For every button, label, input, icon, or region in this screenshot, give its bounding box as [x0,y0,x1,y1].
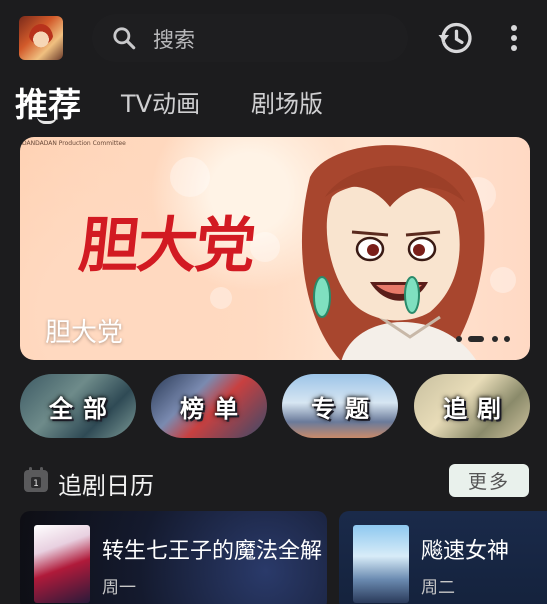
avatar[interactable] [19,16,63,60]
section-title: 追剧日历 [58,472,154,500]
category-following[interactable]: 追剧 [414,374,530,438]
tab-movies[interactable]: 剧场版 [251,84,323,119]
card-title: 转生七王子的魔法全解 [102,539,323,564]
category-topics[interactable]: 专题 [282,374,398,438]
banner-logo: 胆大党 [75,211,258,281]
top-bar: 搜索 [0,0,547,76]
category-label: 专题 [311,394,379,423]
svg-text:1: 1 [33,479,39,489]
anime-poster [34,525,90,603]
featured-banner[interactable]: DANDADAN Production Committee 胆大党 胆大党 [20,137,530,360]
category-all[interactable]: 全部 [20,374,136,438]
tab-bar: 推荐 TV动画 剧场版 [0,76,547,124]
anime-poster [353,525,409,603]
category-label: 全部 [49,394,117,423]
more-vertical-icon[interactable] [504,22,524,54]
card-day: 周二 [421,578,455,598]
calendar-icon: 1 [24,467,48,492]
search-icon[interactable] [111,25,137,51]
category-label: 榜单 [180,394,248,423]
more-button[interactable]: 更多 [449,464,529,497]
page-dot-active [468,336,484,342]
history-icon[interactable] [437,20,473,56]
page-dot [456,336,462,342]
schedule-card[interactable]: 转生七王子的魔法全解 周一 [20,511,327,604]
banner-character-illustration [301,145,485,360]
tab-tv-anime[interactable]: TV动画 [121,84,200,119]
category-ranking[interactable]: 榜单 [151,374,267,438]
banner-copyright: DANDADAN Production Committee [22,140,126,147]
card-title: 飚速女神 [421,539,510,564]
search-input[interactable]: 搜索 [153,24,195,54]
schedule-card[interactable]: 飚速女神 周二 [339,511,547,604]
search-bar[interactable] [92,14,408,62]
category-label: 追剧 [443,394,511,423]
page-dot [492,336,498,342]
page-dot [504,336,510,342]
card-day: 周一 [102,578,136,598]
banner-title: 胆大党 [45,318,124,348]
